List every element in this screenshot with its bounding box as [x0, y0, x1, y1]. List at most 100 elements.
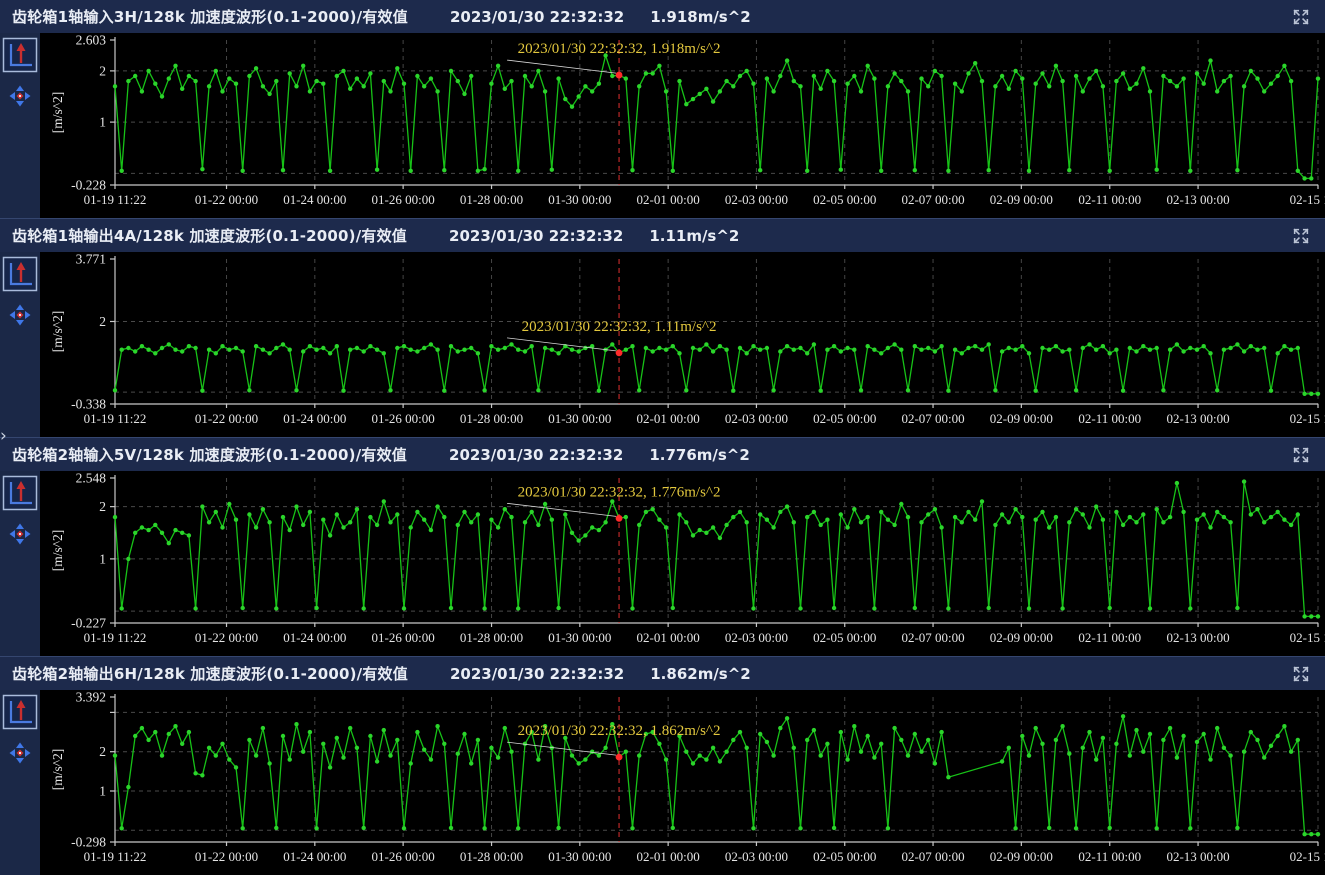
axis-scale-icon: [2, 694, 38, 730]
x-tick-label: 01-19 11:22: [84, 192, 147, 207]
axes: 2.603-0.2282101-19 11:2201-22 00:0001-24…: [71, 33, 1325, 207]
panel-4: 齿轮箱2轴输出6H/128k 加速度波形(0.1-2000)/有效值 2023/0…: [0, 656, 1325, 875]
panel-titlebar: 齿轮箱2轴输入5V/128k 加速度波形(0.1-2000)/有效值2023/0…: [0, 438, 1325, 471]
panel-titlebar: 齿轮箱1轴输入3H/128k 加速度波形(0.1-2000)/有效值 2023/0…: [0, 0, 1325, 33]
x-tick-label: 01-24 00:00: [283, 192, 346, 207]
x-tick-label: 02-07 00:00: [901, 630, 964, 645]
waveform-chart[interactable]: 3.771-0.338201-19 11:2201-22 00:0001-24 …: [40, 252, 1325, 437]
y-tick-label: 2: [99, 314, 106, 329]
cursor-annotation-label: 2023/01/30 22:32:32, 1.11m/s^2: [522, 319, 717, 335]
x-tick-label: 02-13 00:00: [1166, 411, 1229, 426]
pan-tool-button[interactable]: [9, 523, 31, 545]
axis-scale-tool-button[interactable]: [2, 256, 38, 292]
gridlines: [115, 40, 1318, 185]
pan-move-icon: [9, 304, 31, 326]
x-tick-label: 01-26 00:00: [372, 192, 435, 207]
pan-tool-button[interactable]: [9, 742, 31, 764]
pan-move-icon: [9, 742, 31, 764]
fullscreen-expand-icon: [1291, 226, 1311, 246]
fullscreen-expand-icon: [1291, 664, 1311, 684]
y-tick-label: 2: [99, 63, 106, 78]
y-tick-label: 3.771: [76, 252, 106, 267]
cursor-value: 1.11m/s^2: [649, 227, 739, 245]
x-tick-label: 01-19 11:22: [84, 849, 147, 864]
axes: 3.771-0.338201-19 11:2201-22 00:0001-24 …: [71, 252, 1325, 426]
pan-tool-button[interactable]: [9, 85, 31, 107]
y-axis-unit-label: [m/s^2]: [50, 311, 65, 353]
y-tick-label: 2.603: [76, 33, 107, 48]
annotation-leader-line: [507, 503, 616, 516]
fullscreen-expand-icon: [1291, 445, 1311, 465]
waveform-chart[interactable]: 2.603-0.2282101-19 11:2201-22 00:0001-24…: [40, 33, 1325, 218]
axis-scale-tool-button[interactable]: [2, 37, 38, 73]
x-tick-label: 02-07 00:00: [901, 411, 964, 426]
cursor-point: [616, 754, 623, 761]
cursor-annotation-label: 2023/01/30 22:32:32, 1.918m/s^2: [518, 41, 721, 57]
cursor-value: 1.776m/s^2: [649, 446, 750, 464]
gridlines: [115, 697, 1318, 842]
x-tick-label: 02-01 00:00: [637, 192, 700, 207]
x-tick-label: 02-07 00:00: [901, 849, 964, 864]
panel-stack: 齿轮箱1轴输入3H/128k 加速度波形(0.1-2000)/有效值 2023/0…: [0, 0, 1325, 875]
cursor-annotation-label: 2023/01/30 22:32:32, 1.862m/s^2: [518, 723, 721, 739]
x-tick-label: 01-24 00:00: [283, 630, 346, 645]
annotation-leader-line: [507, 742, 616, 755]
annotation-leader-line: [507, 338, 616, 351]
x-tick-label: 01-28 00:00: [460, 192, 523, 207]
waveform-series[interactable]: [113, 342, 1320, 396]
x-tick-label: 01-19 11:22: [84, 411, 147, 426]
y-axis-unit-label: [m/s^2]: [50, 749, 65, 791]
x-tick-label: 01-30 00:00: [548, 849, 611, 864]
x-tick-label: 02-05 00:00: [813, 630, 876, 645]
x-tick-label: 02-13 00:00: [1166, 630, 1229, 645]
cursor-timestamp: 2023/01/30 22:32:32: [450, 665, 624, 683]
panel-titlebar: 齿轮箱1轴输出4A/128k 加速度波形(0.1-2000)/有效值2023/0…: [0, 219, 1325, 252]
panel-title: 齿轮箱1轴输出4A/128k 加速度波形(0.1-2000)/有效值: [12, 225, 407, 246]
cursor-timestamp: 2023/01/30 22:32:32: [450, 8, 624, 26]
fullscreen-button[interactable]: [1289, 224, 1313, 248]
x-tick-label: 02-15 17:1: [1290, 630, 1325, 645]
x-tick-label: 02-15 17:1: [1290, 849, 1325, 864]
x-tick-label: 02-03 00:00: [725, 630, 788, 645]
y-axis-unit-label: [m/s^2]: [50, 92, 65, 134]
x-tick-label: 01-26 00:00: [372, 411, 435, 426]
sidebar-expand-chevron[interactable]: ›: [0, 428, 7, 445]
panel-title: 齿轮箱1轴输入3H/128k 加速度波形(0.1-2000)/有效值: [12, 6, 408, 27]
cursor-timestamp: 2023/01/30 22:32:32: [449, 446, 623, 464]
x-tick-label: 01-22 00:00: [195, 849, 258, 864]
x-tick-label: 02-05 00:00: [813, 192, 876, 207]
y-tick-label: 1: [99, 783, 106, 798]
x-tick-label: 01-19 11:22: [84, 630, 147, 645]
pan-tool-button[interactable]: [9, 304, 31, 326]
x-tick-label: 02-05 00:00: [813, 849, 876, 864]
x-tick-label: 01-24 00:00: [283, 411, 346, 426]
panel-body: 3.771-0.338201-19 11:2201-22 00:0001-24 …: [0, 252, 1325, 437]
panel-title: 齿轮箱2轴输出6H/128k 加速度波形(0.1-2000)/有效值: [12, 663, 408, 684]
axis-scale-icon: [2, 256, 38, 292]
waveform-chart[interactable]: 2.548-0.2272101-19 11:2201-22 00:0001-24…: [40, 471, 1325, 656]
x-tick-label: 02-09 00:00: [990, 192, 1053, 207]
waveform-chart[interactable]: 3.392-0.2982101-19 11:2201-22 00:0001-24…: [40, 690, 1325, 875]
y-tick-label: -0.298: [71, 835, 106, 850]
pan-move-icon: [9, 85, 31, 107]
axis-scale-tool-button[interactable]: [2, 694, 38, 730]
x-tick-label: 02-11 00:00: [1078, 630, 1141, 645]
x-tick-label: 01-22 00:00: [195, 192, 258, 207]
y-tick-label: 1: [99, 551, 106, 566]
x-tick-label: 02-13 00:00: [1166, 192, 1229, 207]
panel-1: 齿轮箱1轴输入3H/128k 加速度波形(0.1-2000)/有效值 2023/0…: [0, 0, 1325, 218]
x-tick-label: 02-11 00:00: [1078, 849, 1141, 864]
fullscreen-button[interactable]: [1289, 662, 1313, 686]
panel-body: 2.603-0.2282101-19 11:2201-22 00:0001-24…: [0, 33, 1325, 218]
panel-2: 齿轮箱1轴输出4A/128k 加速度波形(0.1-2000)/有效值 2023/0…: [0, 218, 1325, 437]
fullscreen-button[interactable]: [1289, 443, 1313, 467]
waveform-series[interactable]: [113, 53, 1320, 180]
fullscreen-button[interactable]: [1289, 5, 1313, 29]
cursor-value: 1.862m/s^2: [650, 665, 751, 683]
axis-scale-tool-button[interactable]: [2, 475, 38, 511]
axis-scale-icon: [2, 475, 38, 511]
x-tick-label: 01-30 00:00: [548, 630, 611, 645]
x-tick-label: 01-24 00:00: [283, 849, 346, 864]
cursor-point: [616, 350, 623, 357]
y-tick-label: -0.228: [71, 178, 106, 193]
